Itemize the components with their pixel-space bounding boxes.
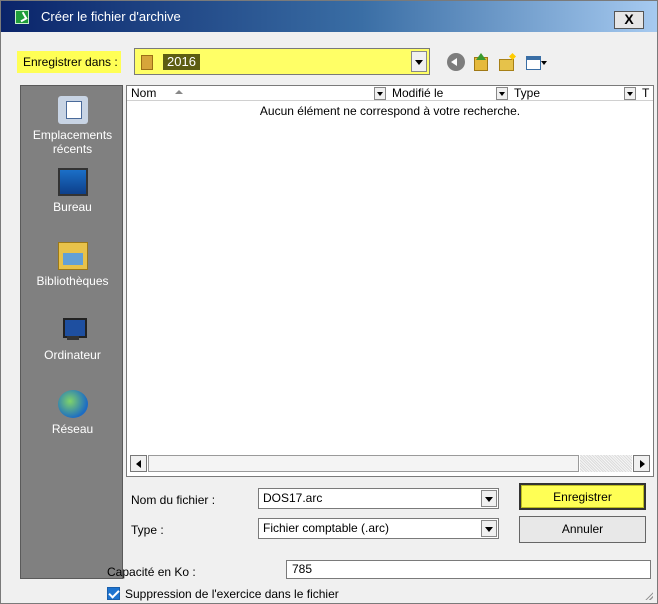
filename-label: Nom du fichier : [131,493,216,507]
chevron-down-icon[interactable] [411,51,427,72]
column-modified[interactable]: Modifié le [388,86,503,101]
title-bar[interactable]: Créer le fichier d'archive X [1,1,657,32]
up-folder-icon[interactable] [471,53,489,71]
column-name[interactable]: Nom [127,86,377,101]
place-desktop[interactable]: Bureau [21,168,124,214]
scroll-right-icon[interactable] [633,455,650,472]
views-menu-icon[interactable] [525,53,547,71]
place-label: Bureau [53,200,92,214]
place-label: Réseau [51,422,94,436]
place-label: Emplacements récents [32,128,113,156]
recent-places-icon [57,96,88,124]
column-name-dropdown[interactable] [374,87,386,100]
window-title: Créer le fichier d'archive [41,9,181,24]
save-button[interactable]: Enregistrer [519,483,646,510]
libraries-icon [57,242,88,270]
capacity-label: Capacité en Ko : [107,565,196,579]
save-archive-dialog: Créer le fichier d'archive X Enregistrer… [0,0,658,604]
place-label: Bibliothèques [36,274,109,288]
scroll-thumb[interactable] [148,455,579,472]
delete-exercise-label: Suppression de l'exercice dans le fichie… [125,587,339,601]
back-icon[interactable] [447,53,465,71]
horizontal-scrollbar[interactable] [130,455,650,472]
network-icon [57,390,88,418]
places-bar: Emplacements récents Bureau Bibliothèque… [20,85,123,579]
empty-message: Aucun élément ne correspond à votre rech… [259,104,521,118]
close-button[interactable]: X [614,11,644,29]
filetype-label: Type : [131,523,164,537]
column-size[interactable]: T [638,86,652,101]
scroll-track[interactable] [580,455,632,472]
filetype-select[interactable]: Fichier comptable (.arc) [258,518,499,539]
capacity-field[interactable]: 785 [286,560,651,579]
column-header: Nom Modifié le Type T [127,86,653,101]
column-type[interactable]: Type [510,86,610,101]
save-in-value: 2016 [163,54,200,70]
column-type-dropdown[interactable] [624,87,636,100]
file-list[interactable]: Nom Modifié le Type T Aucun élément ne c… [126,85,654,477]
place-label: Ordinateur [44,348,101,362]
delete-exercise-checkbox[interactable] [107,587,120,600]
scroll-left-icon[interactable] [130,455,147,472]
chevron-down-icon[interactable] [481,490,497,507]
new-folder-icon[interactable] [498,53,516,71]
place-libraries[interactable]: Bibliothèques [21,242,124,288]
desktop-icon [57,168,88,196]
place-recent[interactable]: Emplacements récents [21,96,124,156]
resize-grip-icon[interactable] [643,590,653,600]
chevron-down-icon[interactable] [481,520,497,537]
place-computer[interactable]: Ordinateur [21,316,124,362]
save-in-dropdown[interactable]: 2016 [134,48,430,75]
app-icon [15,10,29,24]
filetype-value: Fichier comptable (.arc) [263,521,390,535]
sort-ascending-icon [175,90,183,94]
folder-icon [141,55,153,70]
save-in-label: Enregistrer dans : [17,51,121,73]
cancel-button[interactable]: Annuler [519,516,646,543]
place-network[interactable]: Réseau [21,390,124,436]
computer-icon [58,316,88,344]
filename-field[interactable]: DOS17.arc [258,488,499,509]
column-modified-dropdown[interactable] [496,87,508,100]
filename-value: DOS17.arc [263,491,323,505]
